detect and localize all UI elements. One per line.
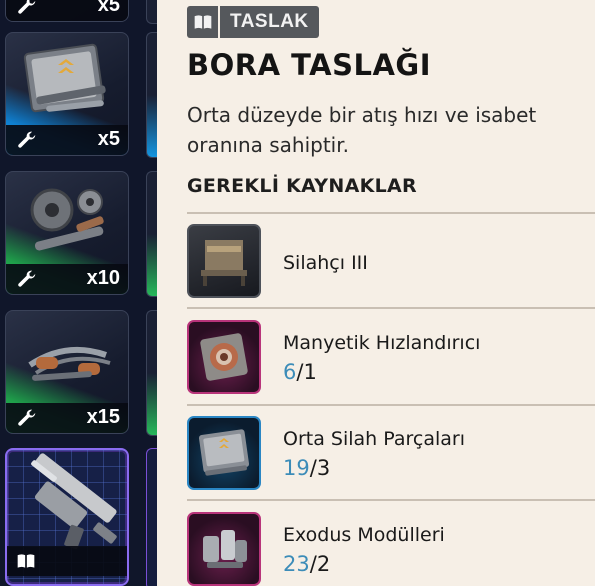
resource-row[interactable]: Exodus Modülleri 23/2 [187,512,595,586]
spring-parts-image [28,346,111,381]
weapon-parts-case-image [198,429,250,476]
resource-name: Exodus Modülleri [283,524,445,546]
resource-count: 23/2 [283,552,330,576]
item-quantity: x15 [86,406,120,428]
inventory-item-card[interactable] [146,310,157,436]
item-quantity: x10 [86,267,120,289]
count-separator: / [309,456,317,480]
count-separator: / [309,552,317,576]
item-footer [7,546,127,576]
item-footer: x5 [6,0,128,21]
resource-thumbnail [187,320,261,394]
resource-name: Manyetik Hızlandırıcı [283,332,481,354]
wrench-icon [18,409,36,426]
required-count: 3 [316,456,331,480]
item-footer: x15 [6,403,128,433]
item-type-tag: TASLAK [187,6,319,38]
item-footer: x5 [6,125,128,155]
magnetic-accelerator-image [200,333,248,381]
inventory-item-card[interactable]: x5 [5,32,129,156]
inventory-item-card[interactable]: x15 [5,310,129,434]
divider [187,404,595,406]
inventory-item-card[interactable]: x5 [5,0,129,22]
resource-name: Silahçı III [283,252,368,274]
resource-thumbnail [187,224,261,298]
weapon-parts-case-image [23,43,106,113]
blueprint-item-card[interactable] [5,448,129,586]
inventory-item-card[interactable] [146,32,157,158]
resource-count: 19/3 [283,456,330,480]
item-type-label: TASLAK [220,6,319,38]
divider [187,212,595,214]
workbench-image [201,240,247,286]
wrench-icon [18,270,36,287]
resource-row[interactable]: Silahçı III [187,224,595,300]
exodus-modules-image [203,530,247,568]
inventory-item-card[interactable] [146,171,157,297]
rifle-blueprint-image [31,453,117,550]
item-detail-panel: TASLAK BORA TASLAĞI Orta düzeyde bir atı… [157,0,595,586]
book-icon [187,6,218,38]
owned-count: 19 [283,456,310,480]
item-quantity: x5 [97,128,120,150]
divider [187,307,595,309]
inventory-item-card[interactable] [146,0,157,24]
resource-name: Orta Silah Parçaları [283,428,465,450]
inventory-item-card[interactable] [146,448,157,586]
resource-count: 6/1 [283,360,317,384]
inventory-grid: x5 x5 x10 x15 [0,0,157,586]
wrench-icon [18,0,36,14]
required-count: 2 [316,552,331,576]
owned-count: 6 [283,360,297,384]
item-description: Orta düzeyde bir atış hızı ve isabet ora… [187,103,537,157]
resource-row[interactable]: Orta Silah Parçaları 19/3 [187,416,595,492]
resource-row[interactable]: Manyetik Hızlandırıcı 6/1 [187,320,595,396]
inventory-item-card[interactable]: x10 [5,171,129,295]
required-count: 1 [303,360,317,384]
owned-count: 23 [283,552,310,576]
item-quantity: x5 [97,0,120,16]
item-footer: x10 [6,264,128,294]
mechanical-parts-image [30,188,104,251]
resource-thumbnail [187,416,261,490]
book-icon [17,554,35,568]
required-resources-heading: GEREKLİ KAYNAKLAR [187,175,417,197]
resource-thumbnail [187,512,261,586]
wrench-icon [18,131,36,148]
divider [187,499,595,501]
item-title: BORA TASLAĞI [187,48,432,82]
